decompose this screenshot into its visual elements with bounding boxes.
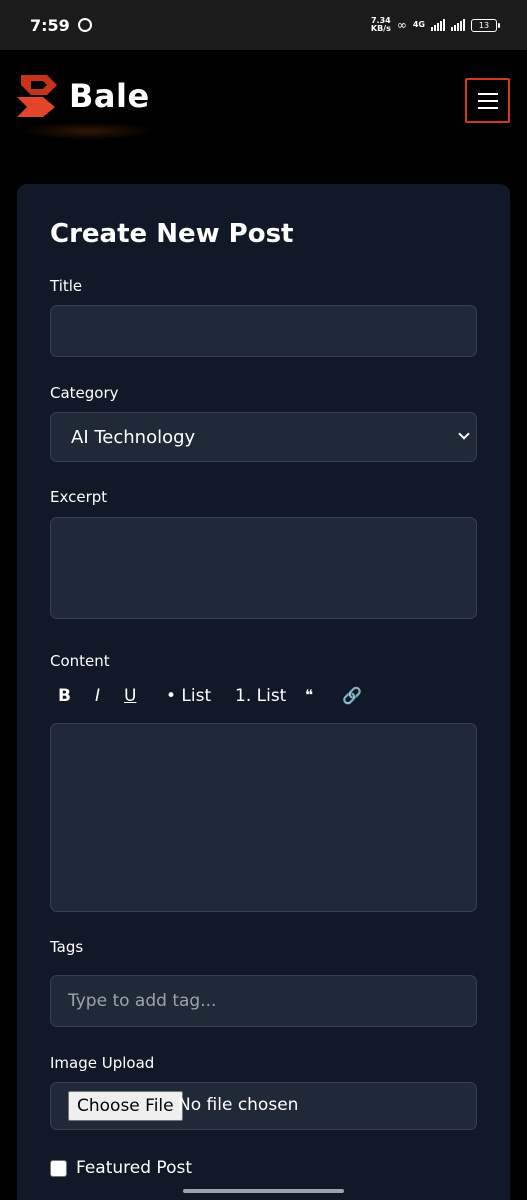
category-select[interactable]: AI Technology <box>50 412 477 462</box>
chevron-down-icon <box>458 428 470 440</box>
category-label: Category <box>50 384 119 402</box>
excerpt-label: Excerpt <box>50 488 108 506</box>
create-post-card: Create New Post Title Category AI Techno… <box>17 184 510 1200</box>
brand-name: Bale <box>69 77 150 115</box>
battery-level: 13 <box>478 20 490 30</box>
page-title: Create New Post <box>50 219 294 249</box>
quote-icon[interactable]: ❝ <box>305 686 313 704</box>
link-status-icon: ∞ <box>396 18 407 32</box>
image-upload-field: Choose File No file chosen <box>50 1082 477 1130</box>
logo-glow <box>20 122 155 140</box>
status-bar: 7:59 7.34 KB/s ∞ 4G 13 <box>0 0 527 50</box>
logo[interactable]: Bale <box>17 75 150 117</box>
hamburger-icon-line <box>477 106 498 109</box>
featured-checkbox[interactable] <box>50 1160 67 1177</box>
image-upload-label: Image Upload <box>50 1054 155 1072</box>
hamburger-icon-line <box>477 99 498 102</box>
tags-input[interactable]: Type to add tag... <box>50 975 477 1027</box>
home-indicator[interactable] <box>183 1189 344 1193</box>
signal-icon-2 <box>451 19 465 31</box>
file-status: No file chosen <box>178 1095 299 1115</box>
italic-button[interactable]: I <box>95 686 100 706</box>
excerpt-textarea[interactable] <box>50 517 477 619</box>
signal-icon <box>431 19 445 31</box>
title-label: Title <box>50 277 83 295</box>
featured-label[interactable]: Featured Post <box>76 1158 192 1178</box>
net-type: 4G <box>412 20 425 29</box>
content-editor[interactable] <box>50 723 477 912</box>
menu-button[interactable] <box>465 78 510 123</box>
numbered-list-button[interactable]: 1. List <box>235 686 286 706</box>
site-header: Bale <box>0 50 527 180</box>
tags-label: Tags <box>50 938 84 956</box>
status-time: 7:59 <box>30 15 70 35</box>
editor-toolbar: B I U • List 1. List ❝ 🔗 <box>50 684 477 712</box>
logo-mark-icon <box>17 75 57 117</box>
net-speed: 7.34 KB/s <box>370 16 391 33</box>
app-notification-icon <box>77 18 92 32</box>
title-input[interactable] <box>50 305 477 357</box>
tags-placeholder: Type to add tag... <box>68 991 217 1011</box>
link-icon[interactable]: 🔗 <box>342 686 362 705</box>
bold-button[interactable]: B <box>58 686 71 706</box>
bullet-list-button[interactable]: • List <box>166 686 211 706</box>
hamburger-icon-line <box>477 92 498 95</box>
category-value: AI Technology <box>71 427 196 448</box>
content-label: Content <box>50 652 110 670</box>
battery-icon: 13 <box>471 18 500 32</box>
underline-button[interactable]: U <box>124 686 136 706</box>
choose-file-button[interactable]: Choose File <box>68 1091 183 1121</box>
